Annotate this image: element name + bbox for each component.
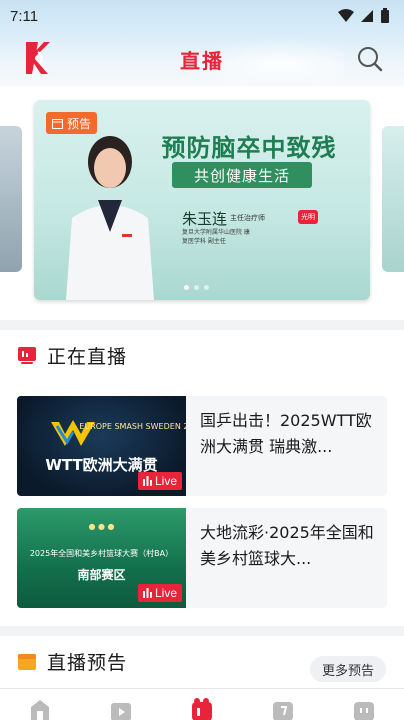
channel-badge: 光明 [298, 210, 318, 224]
profile-icon[interactable] [351, 697, 377, 720]
live-section: 正在直播 EUROPE SMASH SWEDEN 2025 WTT欧洲大满贯 L… [0, 330, 404, 626]
live-item[interactable]: EUROPE SMASH SWEDEN 2025 WTT欧洲大满贯 Live 国… [17, 396, 387, 496]
thumb-logo-mark: ● ● ● [88, 522, 115, 531]
live-section-header: 正在直播 [0, 330, 404, 380]
carousel-dot[interactable] [194, 285, 199, 290]
search-icon[interactable] [356, 45, 384, 73]
live-badge-label: Live [154, 586, 177, 600]
doctor-affiliation: 复旦大学附属华山医院 康复医学科 副主任 [182, 229, 250, 245]
carousel-prev-card[interactable] [0, 126, 22, 272]
preview-section: 直播预告 更多预告 [0, 636, 404, 696]
app-logo-icon[interactable] [24, 40, 52, 76]
live-tab-icon[interactable] [189, 697, 215, 720]
calendar-icon [18, 654, 36, 670]
bottom-nav [0, 688, 404, 720]
wifi-icon [338, 9, 354, 22]
tv-icon [18, 347, 36, 364]
live-bars-icon [142, 476, 152, 486]
more-previews-button[interactable]: 更多预告 [309, 656, 386, 682]
preview-section-title: 直播预告 [47, 651, 128, 674]
page-title: 直播 [180, 48, 224, 73]
live-thumbnail: ● ● ● 2025年全国和美乡村篮球大赛（村BA） 南部赛区 Live [17, 508, 186, 608]
calendar-icon [52, 118, 63, 129]
doctor-title: 主任治疗师 [230, 214, 265, 222]
thumb-event-line: EUROPE SMASH SWEDEN 2025 [79, 422, 186, 431]
video-icon[interactable] [108, 697, 134, 720]
live-item[interactable]: ● ● ● 2025年全国和美乡村篮球大赛（村BA） 南部赛区 Live 大地流… [17, 508, 387, 608]
banner-headline: 预防脑卒中致残 [161, 134, 337, 162]
home-icon[interactable] [27, 697, 53, 720]
carousel-dot[interactable] [204, 285, 209, 290]
doctor-name: 朱玉连 [182, 210, 228, 228]
banner-subline: 共创健康生活 [172, 162, 312, 188]
preview-tag-label: 预告 [67, 116, 92, 131]
status-time: 7:11 [10, 7, 39, 25]
live-bars-icon [142, 588, 152, 598]
signal-icon [361, 10, 373, 22]
carousel-next-card[interactable] [382, 126, 404, 272]
live-item-title: 国乒出击！2025WTT欧洲大满贯 瑞典激... [200, 411, 372, 456]
live-badge: Live [137, 472, 182, 490]
live-badge-label: Live [154, 474, 177, 488]
status-icons [338, 8, 390, 24]
thumb-event-line: 2025年全国和美乡村篮球大赛（村BA） [29, 549, 174, 558]
thumb-caption: 南部赛区 [77, 568, 126, 582]
status-bar: 7:11 [0, 0, 404, 32]
live-thumbnail: EUROPE SMASH SWEDEN 2025 WTT欧洲大满贯 Live [17, 396, 186, 496]
listen-icon[interactable] [270, 697, 296, 720]
live-item-title: 大地流彩·2025年全国和美乡村篮球大... [200, 523, 374, 568]
carousel-indicator [184, 285, 209, 290]
live-badge: Live [137, 584, 182, 602]
banner-carousel[interactable]: 预告 预防脑卒中致残 共创健康生活 朱玉连 主任治疗师 复旦大学附属华山医院 康… [0, 86, 404, 320]
live-section-title: 正在直播 [47, 345, 128, 368]
app-header: 直播 [0, 32, 404, 86]
preview-tag: 预告 [46, 112, 98, 134]
battery-icon [381, 8, 389, 23]
banner-slide[interactable]: 预告 预防脑卒中致残 共创健康生活 朱玉连 主任治疗师 复旦大学附属华山医院 康… [34, 100, 370, 300]
carousel-dot[interactable] [184, 285, 189, 290]
